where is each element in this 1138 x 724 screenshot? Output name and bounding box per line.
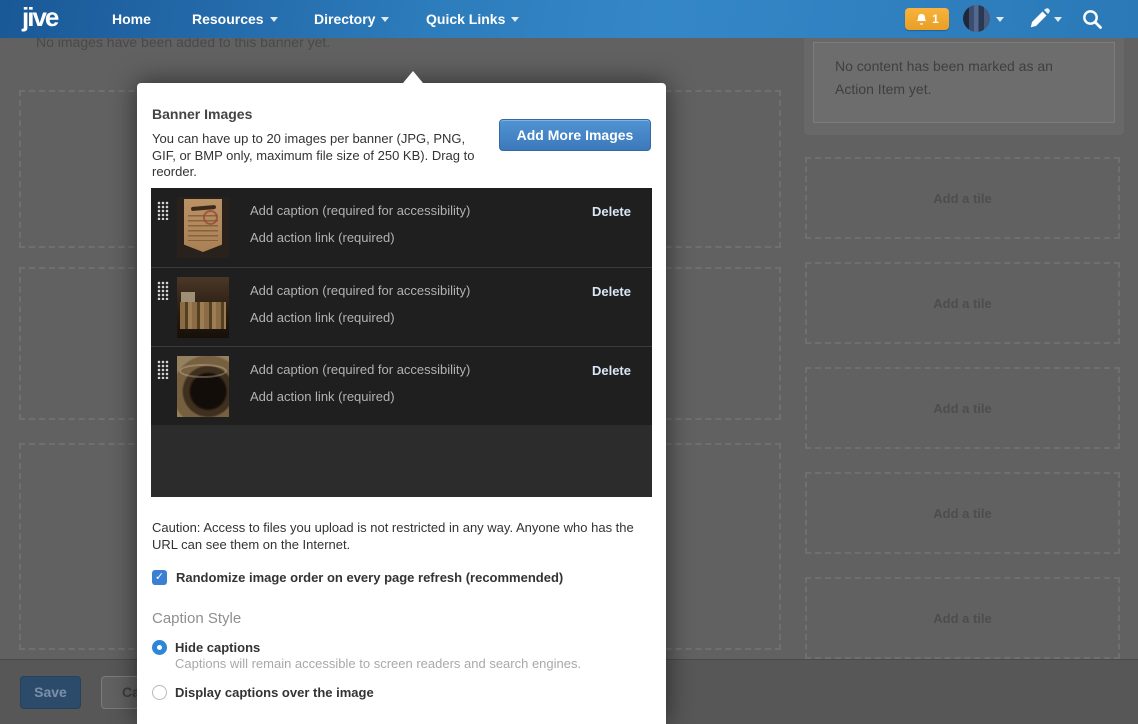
top-navigation-bar: jive Home Resources Directory Quick Link… <box>0 0 1138 38</box>
image-thumbnail-coffee-label-tag <box>177 197 229 258</box>
add-tile-label: Add a tile <box>933 611 992 626</box>
banner-images-dialog: Banner Images You can have up to 20 imag… <box>137 83 666 724</box>
banner-image-row: Add caption (required for accessibility)… <box>151 267 652 346</box>
display-captions-radio[interactable] <box>152 685 167 700</box>
dialog-title: Banner Images <box>152 106 252 122</box>
nav-item-label: Directory <box>314 11 375 27</box>
drag-handle-icon[interactable] <box>157 201 169 220</box>
add-tile-button[interactable]: Add a tile <box>805 367 1120 449</box>
banner-image-list: Add caption (required for accessibility)… <box>151 188 652 497</box>
user-avatar[interactable] <box>963 5 990 32</box>
banner-image-row: Add caption (required for accessibility)… <box>151 346 652 425</box>
caption-style-heading: Caption Style <box>152 610 241 627</box>
thumbnail-art <box>184 199 222 256</box>
add-tile-button[interactable]: Add a tile <box>805 157 1120 239</box>
chevron-down-icon <box>381 17 389 22</box>
add-tile-button[interactable]: Add a tile <box>805 262 1120 344</box>
add-more-images-button[interactable]: Add More Images <box>499 119 651 151</box>
add-tile-label: Add a tile <box>933 296 992 311</box>
add-tile-label: Add a tile <box>933 506 992 521</box>
upload-caution-text: Caution: Access to files you upload is n… <box>152 519 644 553</box>
thumbnail-art <box>191 205 216 211</box>
radio-option-label: Hide captions <box>175 640 260 655</box>
save-button[interactable]: Save <box>20 676 81 709</box>
add-caption-link[interactable]: Add caption (required for accessibility) <box>250 203 470 218</box>
delete-image-button[interactable]: Delete <box>592 284 631 299</box>
randomize-label: Randomize image order on every page refr… <box>176 570 563 585</box>
add-tile-button[interactable]: Add a tile <box>805 577 1120 659</box>
nav-item-directory[interactable]: Directory <box>314 11 389 27</box>
action-items-empty-message: No content has been marked as an Action … <box>835 55 1075 101</box>
jive-logo[interactable]: jive <box>22 2 57 33</box>
action-items-inner-panel: No content has been marked as an Action … <box>813 42 1115 123</box>
chevron-down-icon[interactable] <box>996 17 1004 22</box>
bell-icon <box>915 13 928 26</box>
action-items-card: No content has been marked as an Action … <box>804 29 1124 135</box>
add-action-link[interactable]: Add action link (required) <box>250 389 395 404</box>
add-action-link[interactable]: Add action link (required) <box>250 230 395 245</box>
pencil-icon[interactable] <box>1028 8 1050 30</box>
notification-count: 1 <box>932 12 939 26</box>
notifications-badge[interactable]: 1 <box>905 8 949 30</box>
app-viewport: No images have been added to this banner… <box>0 0 1138 724</box>
nav-item-home[interactable]: Home <box>112 11 151 27</box>
nav-item-label: Quick Links <box>426 11 505 27</box>
chevron-down-icon[interactable] <box>1054 17 1062 22</box>
dialog-description: You can have up to 20 images per banner … <box>152 131 492 181</box>
add-tile-label: Add a tile <box>933 401 992 416</box>
nav-item-label: Home <box>112 11 151 27</box>
delete-image-button[interactable]: Delete <box>592 363 631 378</box>
hide-captions-radio[interactable] <box>152 640 167 655</box>
add-action-link[interactable]: Add action link (required) <box>250 310 395 325</box>
thumbnail-art <box>179 364 227 378</box>
add-caption-link[interactable]: Add caption (required for accessibility) <box>250 283 470 298</box>
drag-handle-icon[interactable] <box>157 281 169 300</box>
add-caption-link[interactable]: Add caption (required for accessibility) <box>250 362 470 377</box>
nav-item-label: Resources <box>192 11 264 27</box>
dialog-pointer-arrow <box>403 71 423 83</box>
nav-item-quick-links[interactable]: Quick Links <box>426 11 519 27</box>
randomize-option-row: ✓ Randomize image order on every page re… <box>152 570 563 585</box>
thumbnail-art <box>180 302 226 329</box>
search-icon[interactable] <box>1080 7 1104 31</box>
radio-option-label: Display captions over the image <box>175 685 374 700</box>
radio-option-description: Captions will remain accessible to scree… <box>175 656 581 671</box>
add-tile-button[interactable]: Add a tile <box>805 472 1120 554</box>
delete-image-button[interactable]: Delete <box>592 204 631 219</box>
image-thumbnail-coffee-beans-jar <box>177 356 229 417</box>
randomize-checkbox[interactable]: ✓ <box>152 570 167 585</box>
image-thumbnail-coffee-shop-shelf <box>177 277 229 338</box>
chevron-down-icon <box>511 17 519 22</box>
add-tile-label: Add a tile <box>933 191 992 206</box>
banner-image-row: Add caption (required for accessibility)… <box>151 188 652 267</box>
nav-item-resources[interactable]: Resources <box>192 11 278 27</box>
chevron-down-icon <box>270 17 278 22</box>
drag-handle-icon[interactable] <box>157 360 169 379</box>
